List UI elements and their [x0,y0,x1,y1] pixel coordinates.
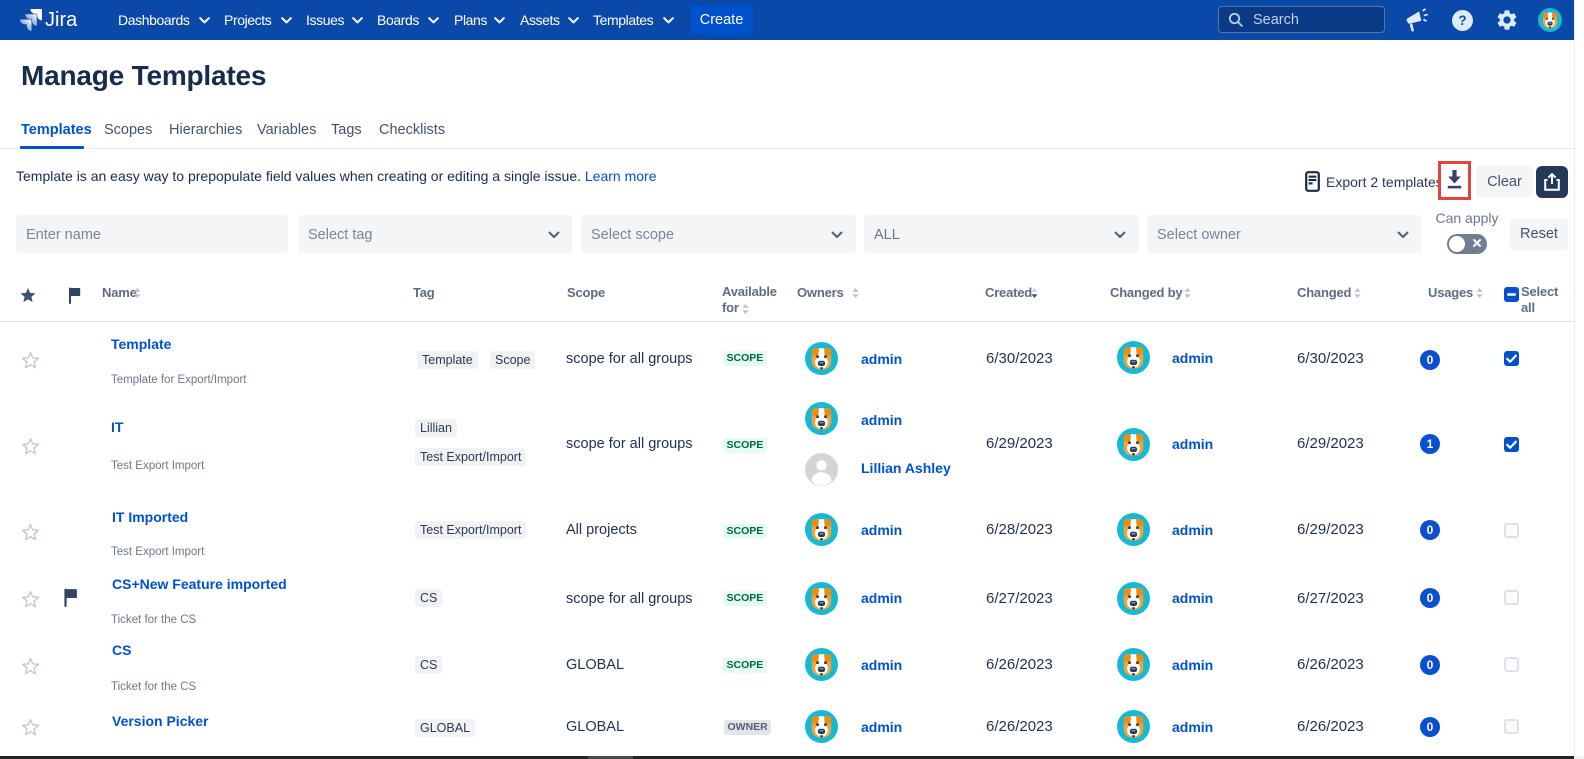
svg-text:?: ? [1458,13,1466,28]
